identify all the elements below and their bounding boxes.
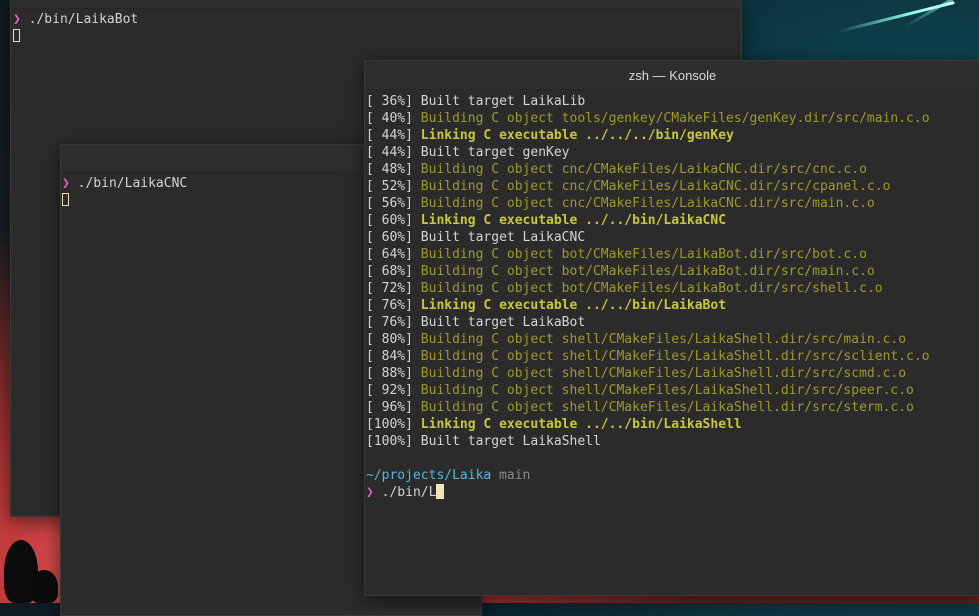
build-message: Building C object shell/CMakeFiles/Laika… — [420, 400, 914, 415]
build-message: Building C object shell/CMakeFiles/Laika… — [420, 366, 907, 381]
build-message: Building C object tools/genkey/CMakeFile… — [420, 111, 930, 126]
build-progress: [ 76%] — [366, 298, 421, 313]
build-message: Linking C executable ../../bin/LaikaShel… — [420, 417, 742, 432]
build-progress: [ 56%] — [366, 196, 421, 211]
build-output-line: [ 76%] Built target LaikaBot — [366, 314, 979, 331]
build-progress: [ 60%] — [366, 230, 421, 245]
git-branch: main — [491, 468, 531, 483]
build-message: Linking C executable ../../bin/LaikaBot — [420, 298, 727, 313]
terminal-content[interactable]: [ 36%] Built target LaikaLib[ 40%] Build… — [365, 90, 979, 501]
build-message: Building C object bot/CMakeFiles/LaikaBo… — [420, 247, 867, 262]
build-message: Built target LaikaLib — [420, 94, 586, 109]
build-progress: [ 72%] — [366, 281, 421, 296]
build-output-line: [ 96%] Building C object shell/CMakeFile… — [366, 399, 979, 416]
build-progress: [ 40%] — [366, 111, 421, 126]
build-output-line: [ 76%] Linking C executable ../../bin/La… — [366, 297, 979, 314]
build-progress: [100%] — [366, 417, 421, 432]
build-message: Linking C executable ../../../bin/genKey — [420, 128, 734, 143]
build-progress: [ 44%] — [366, 128, 421, 143]
build-progress: [ 44%] — [366, 145, 421, 160]
build-output-line: [100%] Linking C executable ../../bin/La… — [366, 416, 979, 433]
build-message: Building C object cnc/CMakeFiles/LaikaCN… — [420, 196, 875, 211]
build-progress: [ 60%] — [366, 213, 421, 228]
build-progress: [ 76%] — [366, 315, 421, 330]
cursor — [436, 484, 445, 499]
terminal-content[interactable]: ❯ ./bin/LaikaBot — [11, 9, 741, 45]
build-output-line: [ 44%] Built target genKey — [366, 144, 979, 161]
build-progress: [ 84%] — [366, 349, 421, 364]
prompt-arrow-icon: ❯ — [62, 176, 70, 191]
build-message: Building C object cnc/CMakeFiles/LaikaCN… — [420, 179, 891, 194]
build-output-line: [ 48%] Building C object cnc/CMakeFiles/… — [366, 161, 979, 178]
build-message: Building C object shell/CMakeFiles/Laika… — [420, 332, 907, 347]
wallpaper-figure — [30, 570, 58, 603]
build-message: Building C object cnc/CMakeFiles/LaikaCN… — [420, 162, 867, 177]
build-output-line: [ 84%] Building C object shell/CMakeFile… — [366, 348, 979, 365]
titlebar[interactable]: zsh — Konsole — [365, 61, 979, 90]
build-message: Built target LaikaCNC — [420, 230, 586, 245]
command-text: ./bin/LaikaBot — [20, 12, 139, 27]
command-line[interactable]: ❯ ./bin/L — [366, 484, 979, 501]
build-output-line: [ 36%] Built target LaikaLib — [366, 93, 979, 110]
cursor-line — [13, 28, 741, 45]
build-message: Built target LaikaBot — [420, 315, 586, 330]
build-progress: [ 52%] — [366, 179, 421, 194]
build-output-line: [ 44%] Linking C executable ../../../bin… — [366, 127, 979, 144]
build-output-line: [ 60%] Built target LaikaCNC — [366, 229, 979, 246]
build-output-line: [ 88%] Building C object shell/CMakeFile… — [366, 365, 979, 382]
terminal-window-konsole[interactable]: zsh — Konsole [ 36%] Built target LaikaL… — [364, 60, 979, 596]
build-output-line: [ 64%] Building C object bot/CMakeFiles/… — [366, 246, 979, 263]
build-progress: [ 96%] — [366, 400, 421, 415]
build-progress: [ 48%] — [366, 162, 421, 177]
build-output-line: [ 80%] Building C object shell/CMakeFile… — [366, 331, 979, 348]
build-output-line: [100%] Built target LaikaShell — [366, 433, 979, 450]
cursor — [62, 193, 69, 206]
prompt-info-line: ~/projects/Laika main — [366, 467, 979, 484]
cwd-path: ~/projects/Laika — [366, 468, 492, 483]
build-progress: [ 64%] — [366, 247, 421, 262]
cursor — [13, 29, 20, 42]
build-output: [ 36%] Built target LaikaLib[ 40%] Build… — [366, 93, 979, 450]
titlebar[interactable] — [11, 0, 741, 9]
command-input[interactable]: ./bin/L — [374, 485, 437, 500]
build-progress: [ 88%] — [366, 366, 421, 381]
build-output-line: [ 40%] Building C object tools/genkey/CM… — [366, 110, 979, 127]
build-output-line: [ 92%] Building C object shell/CMakeFile… — [366, 382, 979, 399]
prompt-arrow-icon: ❯ — [13, 12, 21, 27]
build-message: Built target LaikaShell — [420, 434, 601, 449]
command-line: ❯ ./bin/LaikaBot — [13, 11, 741, 28]
build-progress: [ 80%] — [366, 332, 421, 347]
build-output-line: [ 72%] Building C object bot/CMakeFiles/… — [366, 280, 979, 297]
build-output-line: [ 56%] Building C object cnc/CMakeFiles/… — [366, 195, 979, 212]
build-progress: [ 36%] — [366, 94, 421, 109]
prompt-arrow-icon: ❯ — [366, 485, 374, 500]
build-progress: [ 92%] — [366, 383, 421, 398]
build-message: Building C object shell/CMakeFiles/Laika… — [420, 349, 930, 364]
build-message: Building C object bot/CMakeFiles/LaikaBo… — [420, 281, 883, 296]
command-text: ./bin/LaikaCNC — [69, 176, 188, 191]
build-message: Built target genKey — [420, 145, 570, 160]
build-output-line: [ 68%] Building C object bot/CMakeFiles/… — [366, 263, 979, 280]
build-output-line: [ 60%] Linking C executable ../../bin/La… — [366, 212, 979, 229]
build-message: Building C object shell/CMakeFiles/Laika… — [420, 383, 914, 398]
build-output-line: [ 52%] Building C object cnc/CMakeFiles/… — [366, 178, 979, 195]
window-title: zsh — Konsole — [628, 67, 717, 83]
build-message: Linking C executable ../../bin/LaikaCNC — [420, 213, 727, 228]
build-progress: [ 68%] — [366, 264, 421, 279]
build-message: Building C object bot/CMakeFiles/LaikaBo… — [420, 264, 875, 279]
build-progress: [100%] — [366, 434, 421, 449]
